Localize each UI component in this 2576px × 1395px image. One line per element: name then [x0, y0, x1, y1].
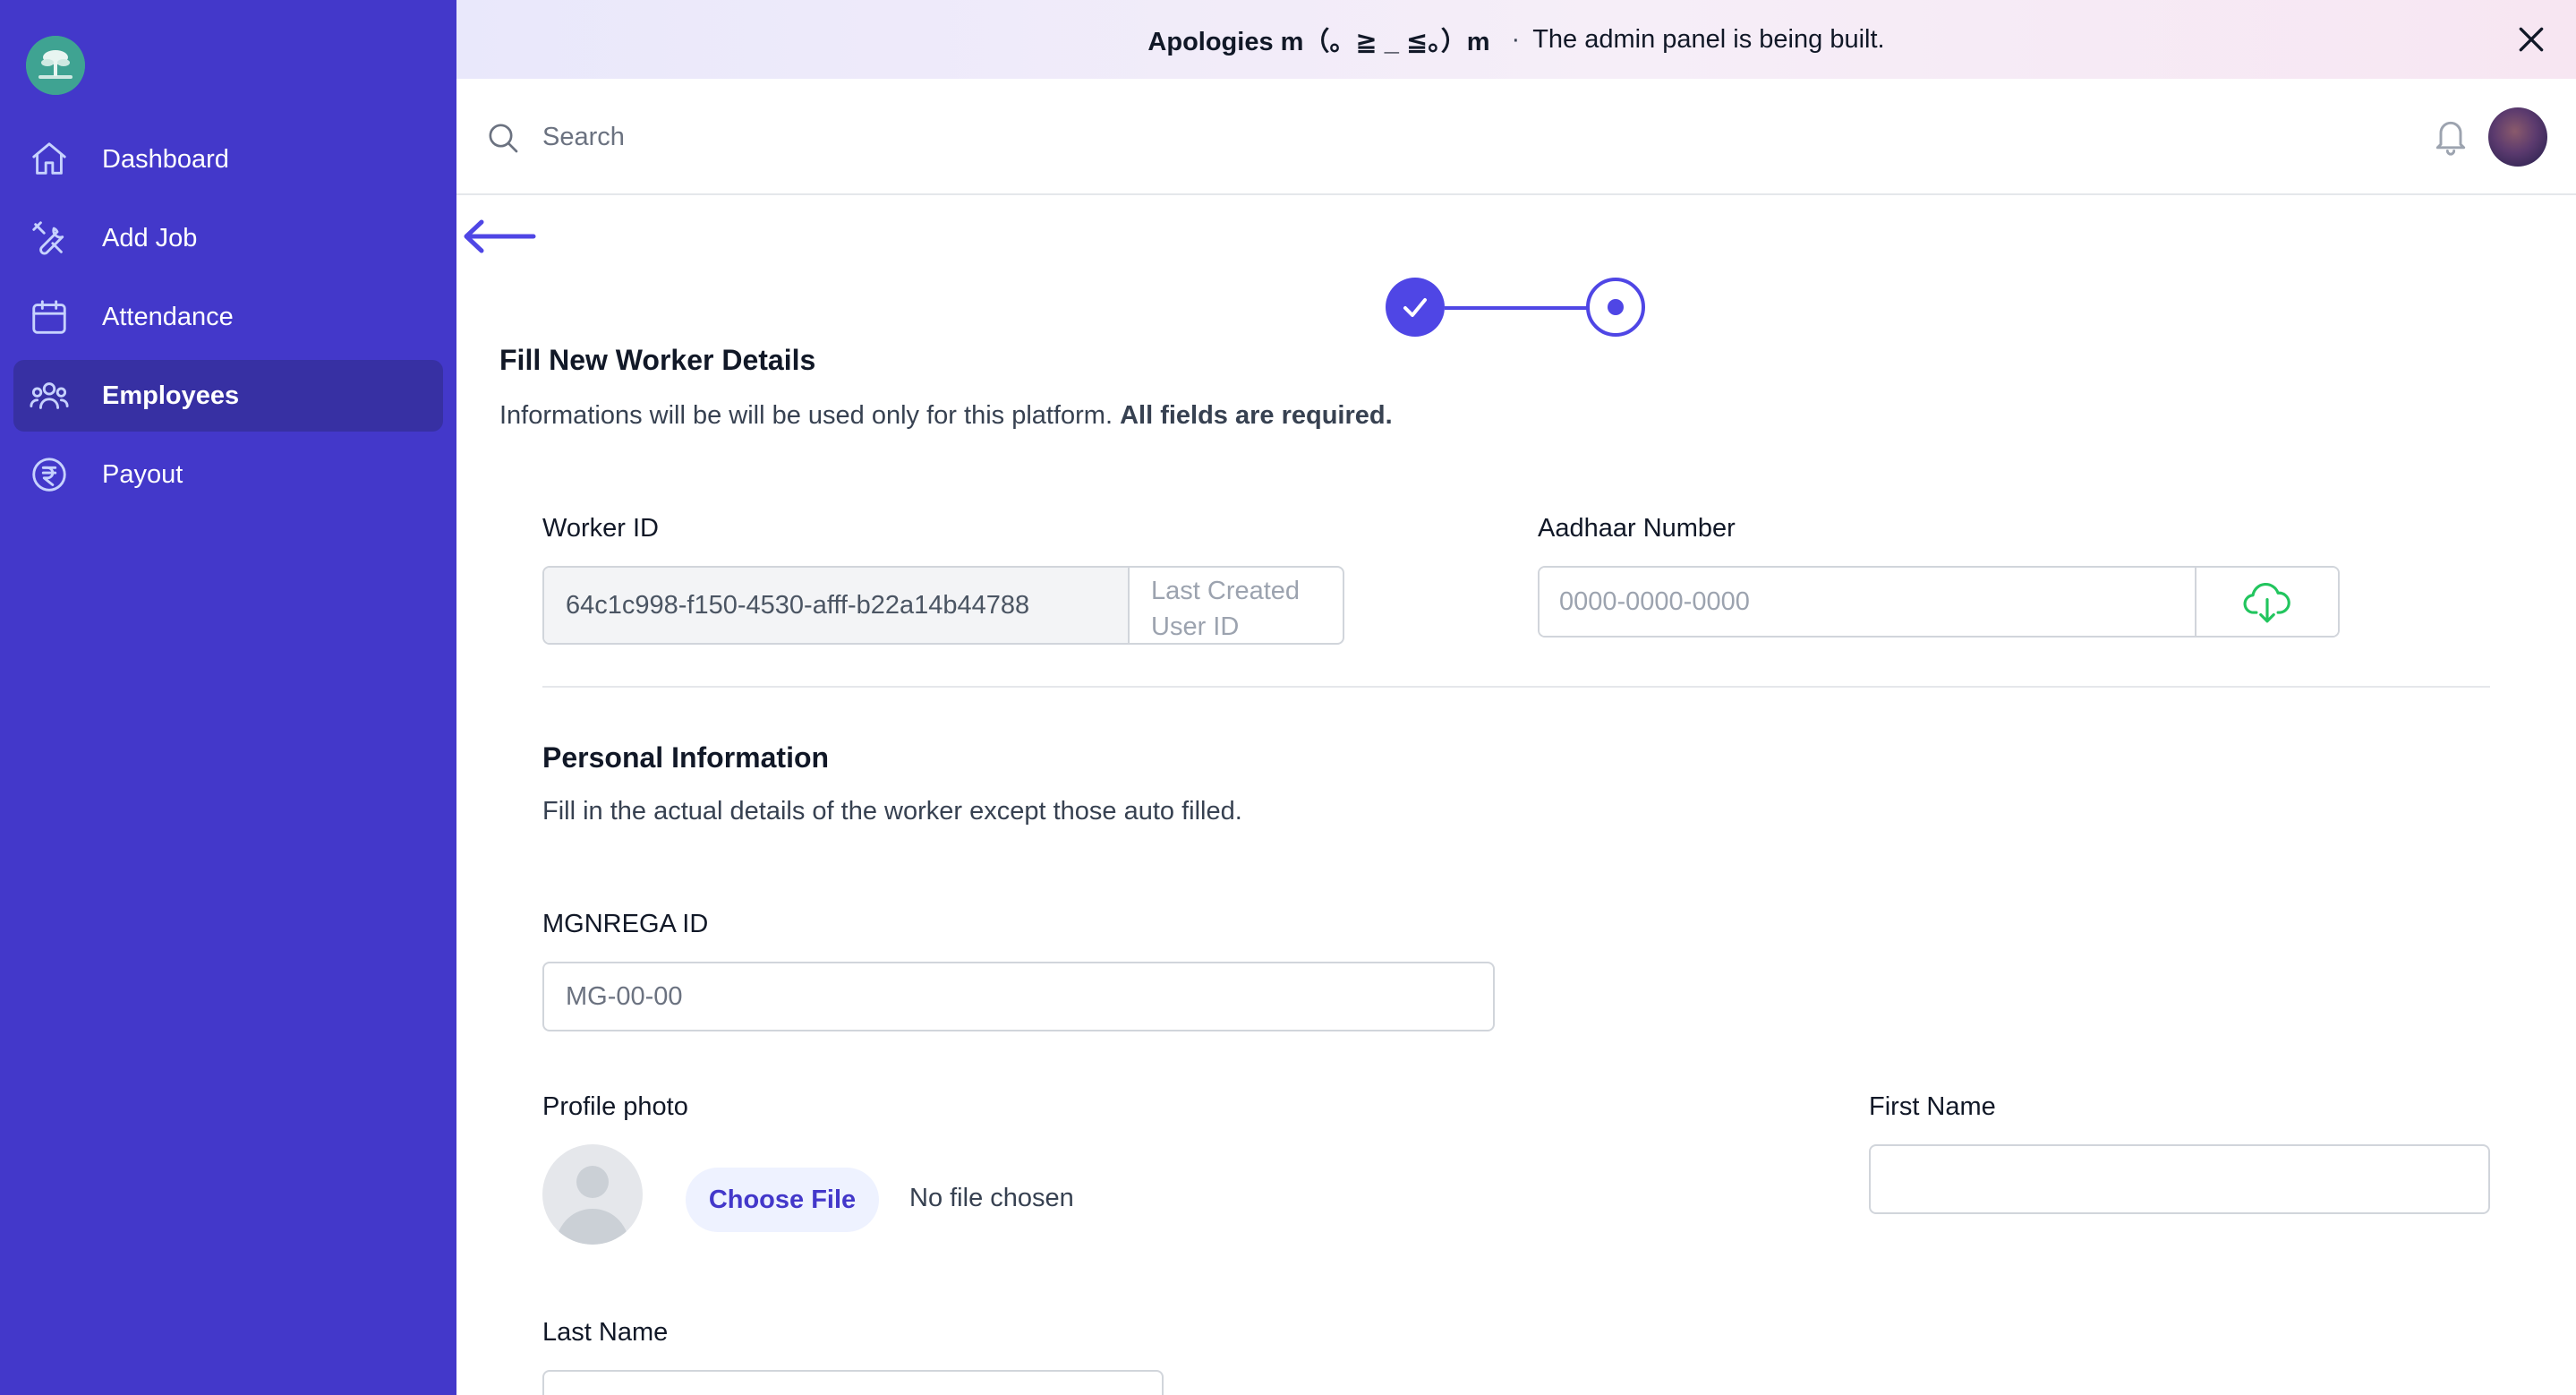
- avatar[interactable]: [2488, 107, 2547, 167]
- worker-id-value[interactable]: 64c1c998-f150-4530-afff-b22a14b44788: [544, 568, 1130, 643]
- calendar-icon: [32, 300, 66, 334]
- step-complete-indicator: [1386, 278, 1445, 337]
- section-description: Fill in the actual details of the worker…: [542, 797, 1242, 826]
- first-name-label: First Name: [1869, 1092, 1996, 1121]
- sidebar-item-dashboard[interactable]: Dashboard: [13, 124, 443, 195]
- first-name-input[interactable]: [1869, 1144, 2490, 1214]
- back-arrow-icon[interactable]: [462, 218, 537, 254]
- aadhaar-label: Aadhaar Number: [1538, 514, 1736, 543]
- step-current-indicator: [1586, 278, 1645, 337]
- search-input[interactable]: [542, 110, 1796, 164]
- sidebar-item-label: Add Job: [102, 223, 198, 252]
- sidebar-item-label: Payout: [102, 459, 183, 489]
- close-icon[interactable]: [2513, 21, 2549, 57]
- worker-id-label: Worker ID: [542, 514, 659, 543]
- mgnrega-label: MGNREGA ID: [542, 910, 709, 938]
- worker-id-addon: Last Created User ID: [1151, 577, 1301, 641]
- mgnrega-input[interactable]: [542, 962, 1495, 1031]
- step-connector: [1445, 306, 1588, 310]
- check-icon: [1403, 298, 1427, 317]
- bell-icon[interactable]: [2431, 115, 2470, 158]
- file-status: No file chosen: [909, 1184, 1074, 1212]
- banner-message: The admin panel is being built.: [1532, 24, 1885, 54]
- home-icon: [32, 142, 66, 175]
- search-icon: [489, 124, 518, 153]
- sidebar-item-label: Employees: [102, 381, 240, 410]
- required-note: All fields are required.: [1120, 401, 1393, 430]
- worker-id-field: 64c1c998-f150-4530-afff-b22a14b44788 Las…: [542, 566, 1344, 645]
- last-name-input[interactable]: [542, 1370, 1164, 1395]
- choose-file-button[interactable]: Choose File: [686, 1168, 879, 1232]
- form-description: Informations will be will be used only f…: [499, 401, 1393, 430]
- sidebar-item-label: Attendance: [102, 302, 234, 331]
- sidebar-item-add-job[interactable]: Add Job: [13, 202, 443, 274]
- rupee-icon: [32, 458, 66, 492]
- sidebar-nav: Dashboard Add Job Attendance Employees P…: [13, 124, 443, 518]
- tools-icon: [32, 221, 64, 255]
- banner-title: Apologies m（。≧ _ ≦。）m: [1147, 28, 1490, 56]
- section-title: Personal Information: [542, 741, 830, 774]
- cloud-download-icon: [2243, 582, 2290, 623]
- sidebar: Dashboard Add Job Attendance Employees P…: [0, 0, 456, 1395]
- aadhaar-input[interactable]: [1540, 568, 2196, 636]
- progress-stepper: [1386, 276, 1645, 340]
- tree-logo-icon[interactable]: [26, 36, 85, 95]
- last-name-label: Last Name: [542, 1318, 669, 1347]
- banner-separator: ·: [1511, 24, 1521, 54]
- profile-placeholder-icon: [542, 1144, 643, 1245]
- page-title: Fill New Worker Details: [499, 344, 816, 376]
- sidebar-item-employees[interactable]: Employees: [13, 360, 443, 432]
- sidebar-item-attendance[interactable]: Attendance: [13, 281, 443, 353]
- profile-photo-label: Profile photo: [542, 1092, 688, 1121]
- section-divider: [542, 686, 2490, 688]
- upload-button[interactable]: [2196, 568, 2338, 636]
- sidebar-item-label: Dashboard: [102, 144, 229, 174]
- announcement-banner: Apologies m（。≧ _ ≦。）m · The admin panel …: [456, 0, 2576, 79]
- users-icon: [30, 382, 69, 409]
- aadhaar-field-group: [1538, 566, 2340, 638]
- sidebar-item-payout[interactable]: Payout: [13, 439, 443, 510]
- top-header: [456, 79, 2576, 195]
